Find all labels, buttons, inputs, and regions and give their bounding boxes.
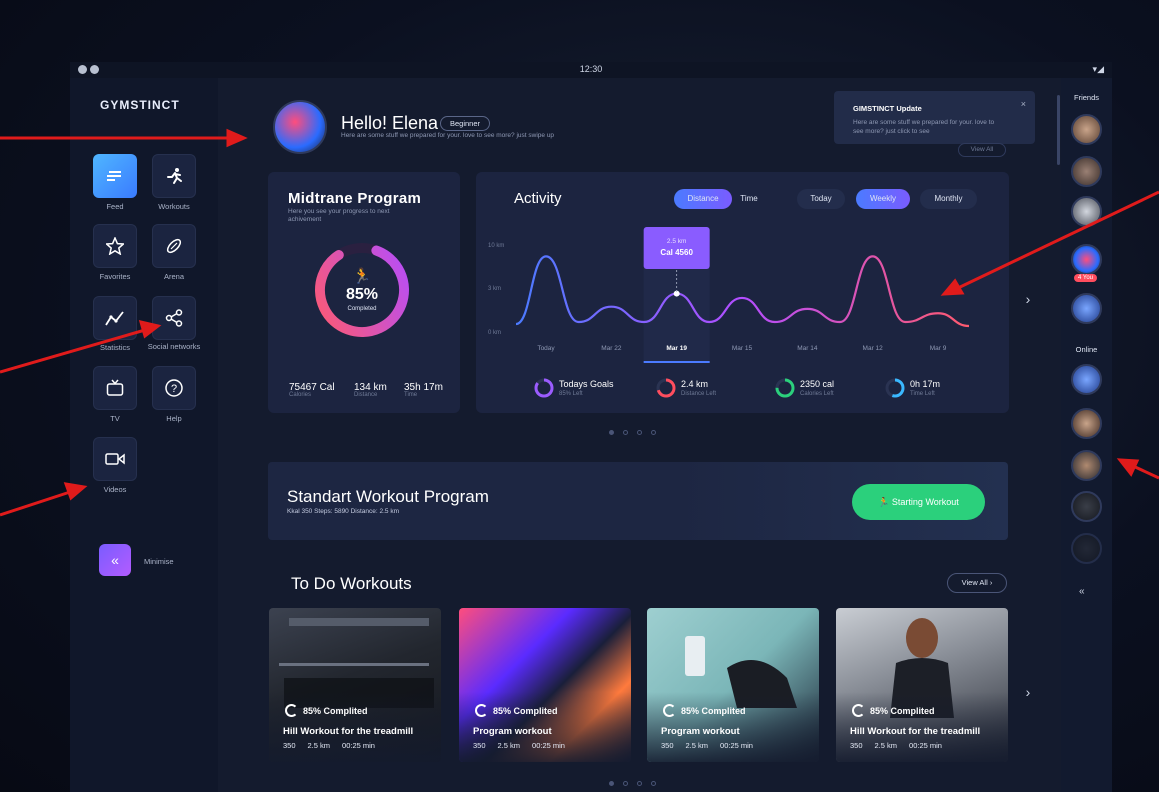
annotation-arrows bbox=[0, 128, 1159, 517]
